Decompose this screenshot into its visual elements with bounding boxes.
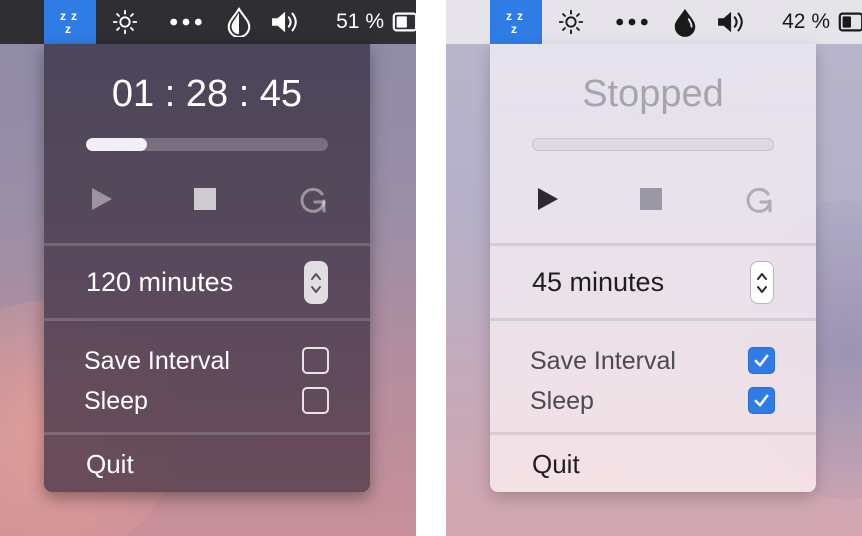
more-menu-item[interactable] [166,0,206,44]
divider [490,243,816,246]
volume-menu-item[interactable] [266,0,306,44]
drop-menu-item[interactable] [222,0,256,44]
battery-percentage: 51 % [336,10,384,33]
stop-button[interactable] [188,182,222,216]
quit-menu-item[interactable]: Quit [86,447,134,481]
stop-icon [194,188,216,210]
svg-text:z: z [65,22,71,36]
play-icon [92,188,112,210]
restart-icon [746,187,772,213]
divider [44,243,370,246]
brightness-icon [112,9,138,35]
battery-icon [838,12,862,32]
play-button[interactable] [530,182,564,216]
svg-text:z: z [60,9,66,23]
play-button[interactable] [84,182,118,216]
timer-progress-bar [86,138,328,151]
restart-button[interactable] [296,182,330,216]
svg-text:z: z [506,9,512,23]
save-interval-label: Save Interval [84,347,230,375]
duration-stepper[interactable] [304,261,328,304]
drop-icon [227,7,251,37]
restart-icon [300,187,326,213]
stop-button[interactable] [634,182,668,216]
stop-icon [640,188,662,210]
sleep-checkbox[interactable] [748,387,775,414]
dark-theme-screenshot: z z z 51 % 01: 28: 45 120 minutes Save… [0,0,416,536]
sleep-zzz-icon: z z z [60,9,77,36]
brightness-menu-item[interactable] [108,0,142,44]
svg-text:z: z [517,9,523,23]
restart-button[interactable] [742,182,776,216]
drop-icon [674,8,696,37]
checkmark-icon [754,354,769,367]
battery-icon [392,12,416,32]
divider [490,318,816,321]
save-interval-checkbox[interactable] [748,347,775,374]
sleep-timer-menu-item[interactable]: z z z [490,0,542,44]
battery-percentage: 42 % [782,10,830,33]
play-icon [538,188,558,210]
quit-menu-item[interactable]: Quit [532,447,580,481]
divider [44,318,370,321]
divider [490,432,816,435]
battery-menu-item[interactable] [836,0,862,44]
brightness-menu-item[interactable] [554,0,588,44]
playback-controls [44,182,370,216]
duration-value: 45 minutes [532,267,665,297]
sleep-label: Sleep [84,387,148,415]
battery-menu-item[interactable] [390,0,416,44]
sleep-timer-popup: 01 : 28 : 45 120 minutes Save Interval S… [44,44,370,492]
drop-menu-item[interactable] [668,0,702,44]
sleep-timer-menu-item[interactable]: z z z [44,0,96,44]
stepper-arrows-icon [311,272,321,293]
svg-text:z: z [71,9,77,23]
timer-display: Stopped [582,73,724,115]
stepper-arrows-icon [757,272,767,293]
sleep-zzz-icon: z z z [506,9,523,36]
menu-bar: z z z [0,0,416,44]
timer-display: 01 : 28 : 45 [111,73,303,115]
brightness-icon [558,9,584,35]
timer-progress-bar [532,138,774,151]
more-menu-item[interactable] [612,0,652,44]
duration-stepper[interactable] [750,261,774,304]
volume-icon [272,11,297,33]
light-theme-screenshot: z z z 42 % Stopped 45 minutes Save Inter… [446,0,862,536]
checkmark-icon [754,394,769,407]
timer-progress-fill [86,138,147,151]
divider [44,432,370,435]
more-icon [170,18,202,26]
volume-icon [718,11,743,33]
more-icon [616,18,648,26]
volume-menu-item[interactable] [712,0,752,44]
save-interval-label: Save Interval [530,347,676,375]
sleep-timer-popup: Stopped 45 minutes Save Interval Sleep Q… [490,44,816,492]
sleep-checkbox[interactable] [302,387,329,414]
svg-text:z: z [511,22,517,36]
menu-bar: z z z [446,0,862,44]
duration-value: 120 minutes [86,267,234,297]
sleep-label: Sleep [530,387,594,415]
playback-controls [490,182,816,216]
save-interval-checkbox[interactable] [302,347,329,374]
